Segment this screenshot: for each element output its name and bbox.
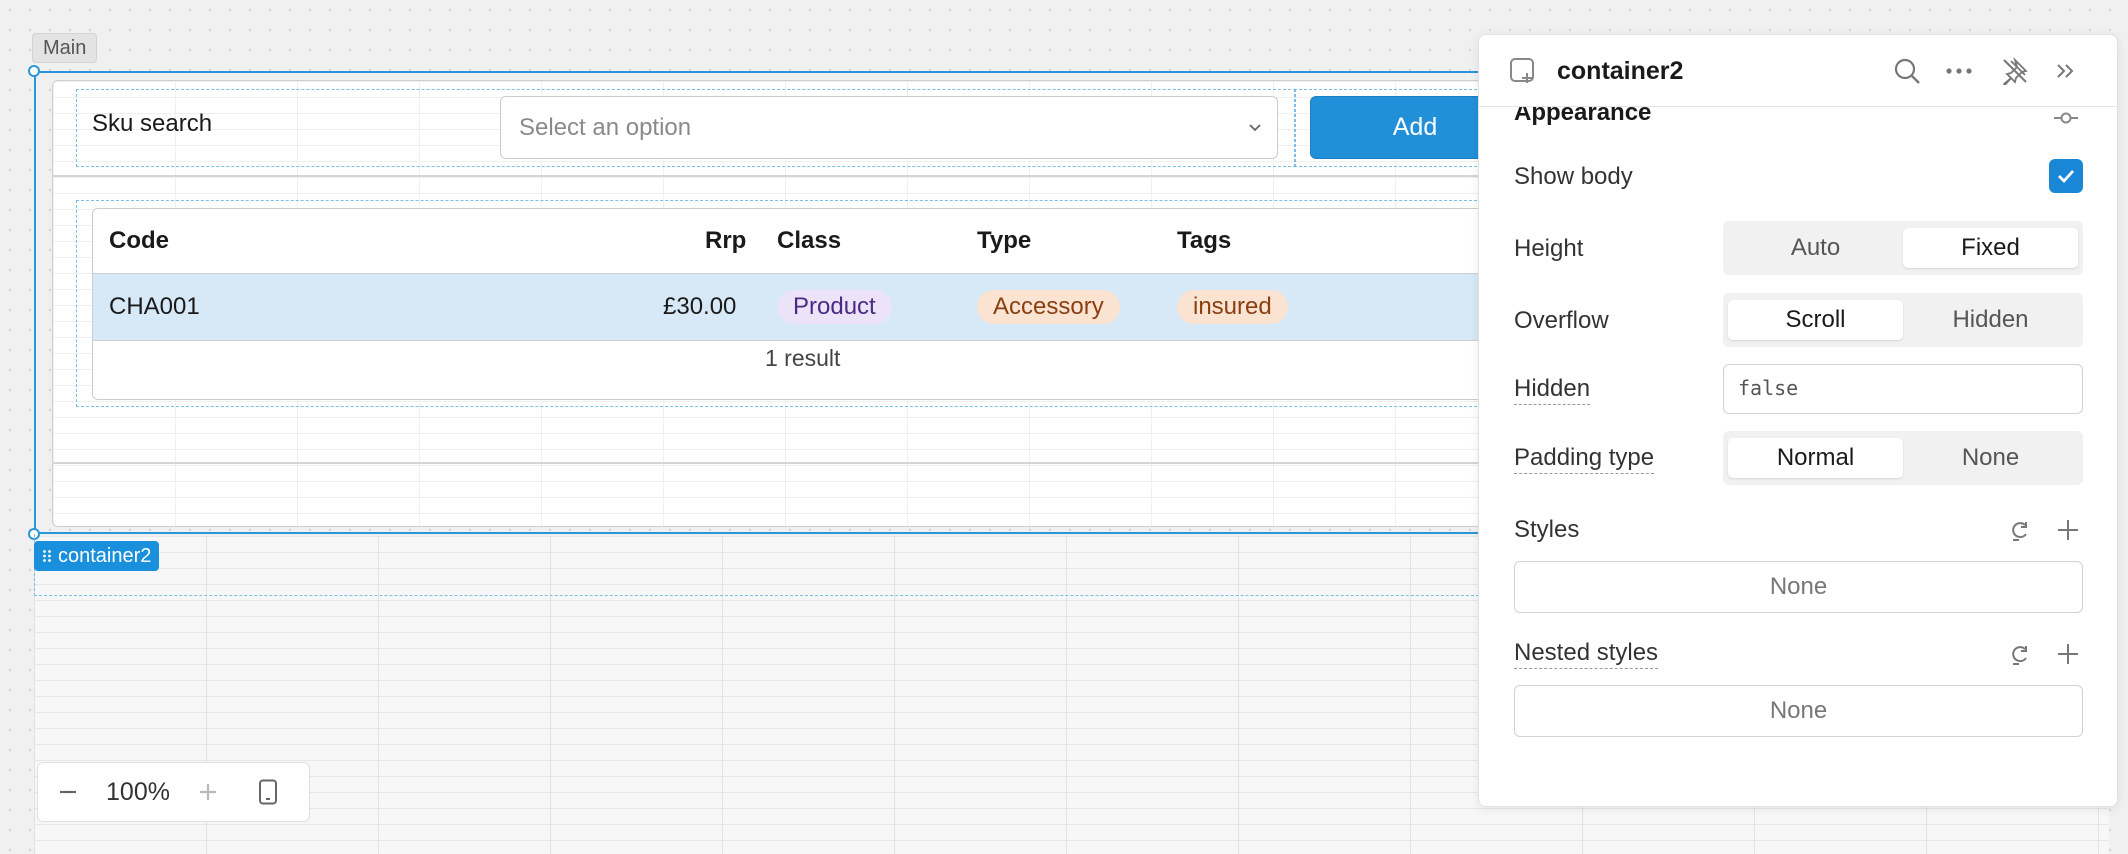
show-body-label: Show body (1514, 163, 1633, 190)
component-tag-label: container2 (58, 545, 152, 567)
show-body-checkbox[interactable] (2049, 159, 2083, 193)
drag-handle-icon[interactable] (42, 549, 52, 563)
reset-nested-styles-icon[interactable] (2005, 640, 2035, 670)
height-option-auto[interactable]: Auto (1728, 228, 1903, 268)
zoom-out-button[interactable] (38, 762, 98, 822)
styles-label: Styles (1514, 516, 1580, 543)
minus-icon (60, 790, 76, 794)
unpin-icon[interactable] (1999, 55, 2031, 87)
zoom-level[interactable]: 100% (98, 778, 178, 807)
styles-value[interactable]: None (1514, 561, 2083, 613)
padding-option-normal[interactable]: Normal (1728, 438, 1903, 478)
overflow-segmented-control: Scroll Hidden (1723, 293, 2083, 347)
inspector-title[interactable]: container2 (1557, 57, 1683, 86)
check-icon (2058, 170, 2075, 184)
height-segmented-control: Auto Fixed (1723, 221, 2083, 275)
container-dashed-extent (34, 534, 1534, 596)
reset-styles-icon[interactable] (2005, 516, 2035, 546)
inspector-panel: Appearance container2 Show body Height A… (1478, 34, 2118, 807)
height-label: Height (1514, 235, 1584, 262)
appearance-settings-icon[interactable] (2051, 103, 2081, 133)
padding-option-none[interactable]: None (1903, 438, 2078, 478)
overflow-option-scroll[interactable]: Scroll (1728, 300, 1903, 340)
hidden-input[interactable]: false (1723, 364, 2083, 414)
zoom-in-button[interactable] (178, 762, 238, 822)
mobile-icon (259, 779, 277, 805)
device-preview-button[interactable] (238, 762, 298, 822)
component-tag[interactable]: container2 (34, 541, 160, 571)
nested-styles-value[interactable]: None (1514, 685, 2083, 737)
hidden-label[interactable]: Hidden (1514, 375, 1591, 405)
resize-handle-top-left[interactable] (28, 65, 40, 77)
more-icon[interactable] (1943, 55, 1975, 87)
add-style-icon[interactable] (2053, 515, 2083, 545)
collapse-panel-icon[interactable] (2049, 55, 2081, 87)
overflow-label: Overflow (1514, 307, 1609, 334)
height-option-fixed[interactable]: Fixed (1903, 228, 2078, 268)
selection-outline (34, 71, 1534, 534)
padding-type-label[interactable]: Padding type (1514, 444, 1655, 474)
nested-styles-label[interactable]: Nested styles (1514, 639, 1659, 669)
inspector-header: container2 (1479, 35, 2117, 107)
container-icon (1507, 55, 1539, 87)
frame-label-main[interactable]: Main (32, 33, 98, 63)
padding-segmented-control: Normal None (1723, 431, 2083, 485)
zoom-controls: 100% (37, 762, 310, 822)
overflow-option-hidden[interactable]: Hidden (1903, 300, 2078, 340)
add-nested-style-icon[interactable] (2053, 639, 2083, 669)
plus-icon (200, 784, 216, 800)
search-icon[interactable] (1891, 55, 1923, 87)
